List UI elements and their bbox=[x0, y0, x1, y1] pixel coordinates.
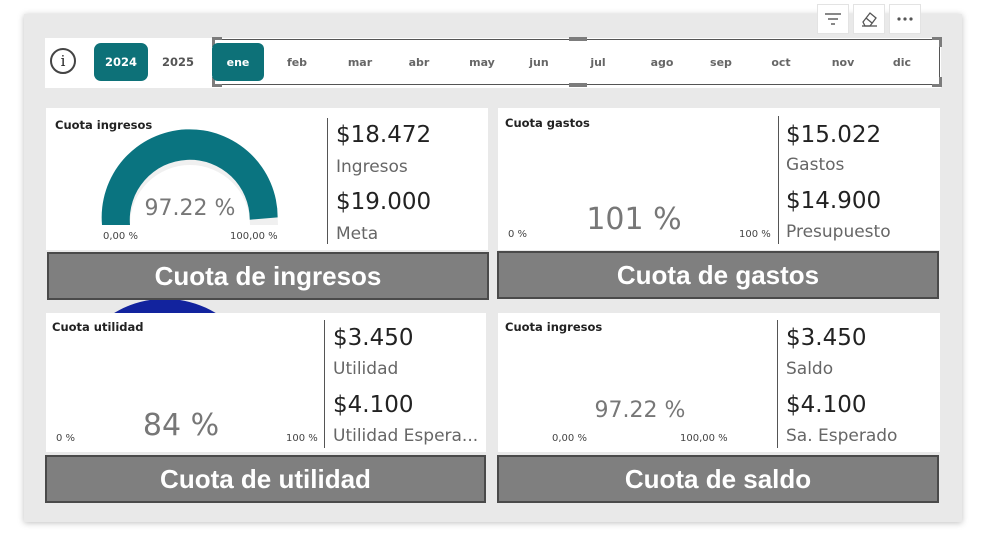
kpi-label-saldo-esperado: Sa. Esperado bbox=[786, 426, 898, 446]
kpi-value-utilidad: $3.450 bbox=[333, 325, 414, 351]
divider bbox=[327, 118, 328, 244]
divider bbox=[777, 320, 778, 448]
gauge-min-label: 0,00 % bbox=[552, 433, 587, 444]
banner-cuota-ingresos[interactable]: Cuota de ingresos bbox=[47, 252, 489, 300]
gauge-percent: 101 % bbox=[586, 202, 682, 237]
banner-cuota-gastos[interactable]: Cuota de gastos bbox=[497, 251, 939, 299]
kpi-label-ingresos: Ingresos bbox=[336, 157, 408, 177]
banner-cuota-utilidad[interactable]: Cuota de utilidad bbox=[45, 455, 486, 503]
kpi-value-ingresos: $18.472 bbox=[336, 122, 432, 148]
kpi-label-presupuesto: Presupuesto bbox=[786, 222, 891, 242]
kpi-label-utilidad: Utilidad bbox=[333, 359, 399, 379]
kpi-value-saldo: $3.450 bbox=[786, 325, 867, 351]
gauge-min-label: 0,00 % bbox=[103, 231, 138, 242]
gauge-percent: 97.22 % bbox=[144, 196, 236, 221]
kpi-value-utilidad-esperada: $4.100 bbox=[333, 392, 414, 418]
gauge-percent: 84 % bbox=[142, 408, 220, 443]
kpi-label-saldo: Saldo bbox=[786, 359, 834, 379]
gauge-max-label: 100,00 % bbox=[680, 433, 728, 444]
divider bbox=[324, 320, 325, 448]
kpi-value-presupuesto: $14.900 bbox=[786, 188, 882, 214]
gauge-max-label: 100,00 % bbox=[230, 231, 278, 242]
gauge-percent: 97.22 % bbox=[594, 398, 686, 423]
kpi-label-meta: Meta bbox=[336, 224, 379, 244]
banner-cuota-saldo[interactable]: Cuota de saldo bbox=[497, 455, 939, 503]
gauge-max-label: 100 % bbox=[286, 433, 318, 444]
kpi-label-gastos: Gastos bbox=[786, 155, 845, 175]
gauge-min-label: 0 % bbox=[56, 433, 76, 444]
gauge-max-label: 100 % bbox=[739, 229, 771, 240]
gauge-title: Cuota gastos bbox=[505, 116, 590, 130]
gauge-title: Cuota utilidad bbox=[52, 320, 144, 334]
divider bbox=[778, 116, 779, 244]
gauge-title: Cuota ingresos bbox=[505, 320, 603, 334]
kpi-value-gastos: $15.022 bbox=[786, 122, 882, 148]
kpi-value-meta: $19.000 bbox=[336, 189, 432, 215]
kpi-value-saldo-esperado: $4.100 bbox=[786, 392, 867, 418]
kpi-label-utilidad-esperada: Utilidad Espera... bbox=[333, 426, 479, 446]
gauge-min-label: 0 % bbox=[508, 229, 528, 240]
